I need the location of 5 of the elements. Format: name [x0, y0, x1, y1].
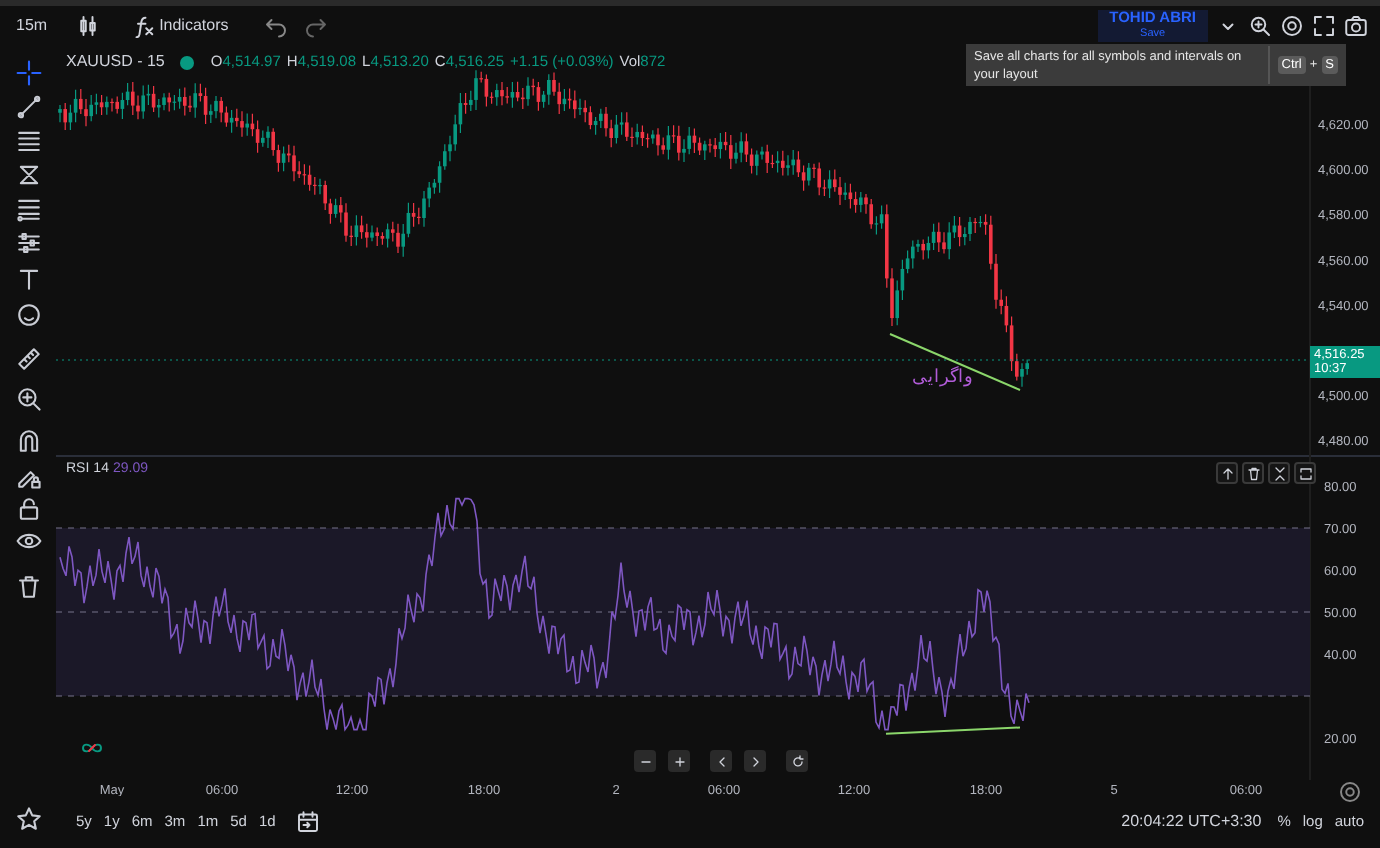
interval-button[interactable]: 15m [12, 13, 52, 37]
divergence-label[interactable]: واگرایی [912, 364, 972, 391]
clock-timezone[interactable]: 20:04:22 UTC+3:30 [1121, 810, 1262, 834]
indicators-button[interactable]: Indicators [127, 13, 233, 37]
symbol-title[interactable]: XAUUSD - 15 [66, 50, 165, 74]
